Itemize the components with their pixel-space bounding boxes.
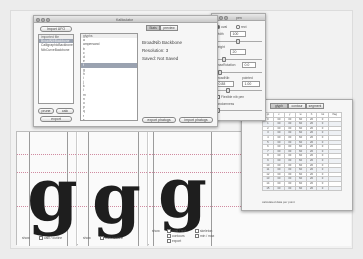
contours-checkbox[interactable] xyxy=(167,234,171,238)
pen-panel: pen oval rect width 100 height 20 ImaxRo… xyxy=(211,13,266,121)
table-cell[interactable]: 20 xyxy=(305,185,318,192)
import-phatogs-button[interactable]: import phatogs xyxy=(179,117,213,123)
table-cell[interactable]: 60 xyxy=(294,185,307,192)
tab-preview[interactable]: preview xyxy=(160,25,178,31)
pen-titlebar: pen xyxy=(212,14,265,21)
table-cell[interactable]: 30 xyxy=(283,185,296,192)
randomness-slider[interactable] xyxy=(216,108,262,113)
tab-stats[interactable]: Stats xyxy=(146,25,160,31)
rect-radio[interactable] xyxy=(236,25,240,29)
skeleton-label: skeleton xyxy=(200,228,213,233)
broadnib-field[interactable]: 0.88 xyxy=(216,81,234,87)
export-button[interactable]: export xyxy=(40,116,72,122)
broadnib-label: broadNib xyxy=(216,76,230,80)
table-cell[interactable] xyxy=(327,185,343,192)
kalliculator-window: Kalliculator Import UFO imported file Br… xyxy=(33,15,218,127)
list-item[interactable]: CalligraphicBackbone xyxy=(39,43,73,47)
minimize-icon[interactable] xyxy=(41,17,45,22)
height-field[interactable]: 20 xyxy=(230,49,246,55)
table-row[interactable]: 15 30 30 60 20 0 xyxy=(262,185,343,192)
tab-segment[interactable]: segment xyxy=(306,103,324,109)
slider-knob[interactable] xyxy=(226,88,230,93)
oval-rect-checkbox[interactable] xyxy=(167,229,171,233)
export-phatogs-button[interactable]: export phatogs xyxy=(142,117,176,123)
glyph-g-1: g xyxy=(27,152,77,238)
show-checkbox-2[interactable] xyxy=(100,236,104,240)
glyph-view-1: g show calli / outline xyxy=(17,132,77,246)
list-item[interactable]: NibCurveBackbone xyxy=(39,48,73,52)
table-cell[interactable]: 15 xyxy=(262,185,274,192)
calc-button[interactable]: calc xyxy=(56,108,74,114)
glyph-name-item[interactable]: s xyxy=(81,118,137,120)
prune-button[interactable]: prune xyxy=(38,108,54,114)
show-label-2: show xyxy=(83,235,91,240)
show-label-1: show xyxy=(22,235,30,240)
nib-slider[interactable] xyxy=(216,88,262,93)
table-cell[interactable]: 0 xyxy=(316,185,329,192)
slider-knob[interactable] xyxy=(218,70,222,75)
screenshot-frame: g show calli / outline g show calli / ou… xyxy=(10,10,353,249)
export-checkbox[interactable] xyxy=(167,239,171,243)
glyph-names-list[interactable]: glyphs a ampersand b c d e f g h i j k l m n o p q r s xyxy=(80,33,138,121)
info-line-2: Resolution: 3 xyxy=(142,48,169,53)
rect-label: rect xyxy=(241,24,247,29)
slider-knob[interactable] xyxy=(222,57,226,62)
info-line-3: Saved: Not Saved xyxy=(142,56,179,61)
min-max-checkbox[interactable] xyxy=(195,234,199,238)
min-max-label: min / max xyxy=(200,233,215,238)
randomness-label: randomness xyxy=(216,102,235,106)
pointed-field[interactable]: 1.00 xyxy=(242,81,260,87)
info-line-1: BroadNib Backbone xyxy=(142,40,183,45)
oval-label: oval xyxy=(221,24,228,29)
skeleton-checkbox[interactable] xyxy=(195,229,199,233)
oval-rect-label: oval / rect xyxy=(172,228,187,233)
angle-field[interactable]: 0.0 xyxy=(242,62,256,68)
table-cell[interactable]: 30 xyxy=(272,185,285,192)
zoom-icon[interactable] xyxy=(46,17,50,22)
imported-glyph-list[interactable]: imported file BroadNibBackbone Calligrap… xyxy=(38,34,74,104)
window-title: Kalliculator xyxy=(116,17,134,22)
height-slider[interactable] xyxy=(216,57,262,62)
tab-contour[interactable]: contour xyxy=(288,103,306,109)
slider-knob[interactable] xyxy=(236,39,240,44)
zoom-icon[interactable] xyxy=(224,15,228,20)
export-label: export xyxy=(172,238,182,243)
calli-outline-label-2: calli / outline xyxy=(105,235,124,240)
glyph-view-2: g show calli / outline xyxy=(78,132,148,246)
show-label-3: show xyxy=(152,229,160,233)
contours-label: contours xyxy=(172,233,185,238)
calli-outline-label-1: calli / outline xyxy=(44,235,63,240)
angle-slider[interactable] xyxy=(216,70,262,75)
close-icon[interactable] xyxy=(36,17,40,22)
table-footer: calculated data per point xyxy=(262,200,295,204)
import-ufo-button[interactable]: Import UFO xyxy=(40,26,72,32)
width-field[interactable]: 100 xyxy=(230,31,246,37)
kalliculator-titlebar: Kalliculator xyxy=(34,16,217,23)
pen-title: pen xyxy=(236,15,242,20)
glyph-g-3: g xyxy=(158,151,207,234)
show-checkbox-1[interactable] xyxy=(39,236,43,240)
width-slider[interactable] xyxy=(216,39,262,44)
point-data-table[interactable]: pt x y w h rot flag 0 30 30 60 20 0 1 30 30 60 20 0… xyxy=(262,112,343,192)
angle-label: ImaxRotation xyxy=(216,63,236,67)
glyph-g-2: g xyxy=(92,157,141,240)
flexible-nib-label: Flexible nib pen xyxy=(221,94,245,99)
minimize-icon[interactable] xyxy=(219,15,223,20)
pointed-label: pointed xyxy=(242,76,253,80)
tab-glyph[interactable]: glyph xyxy=(270,103,288,109)
